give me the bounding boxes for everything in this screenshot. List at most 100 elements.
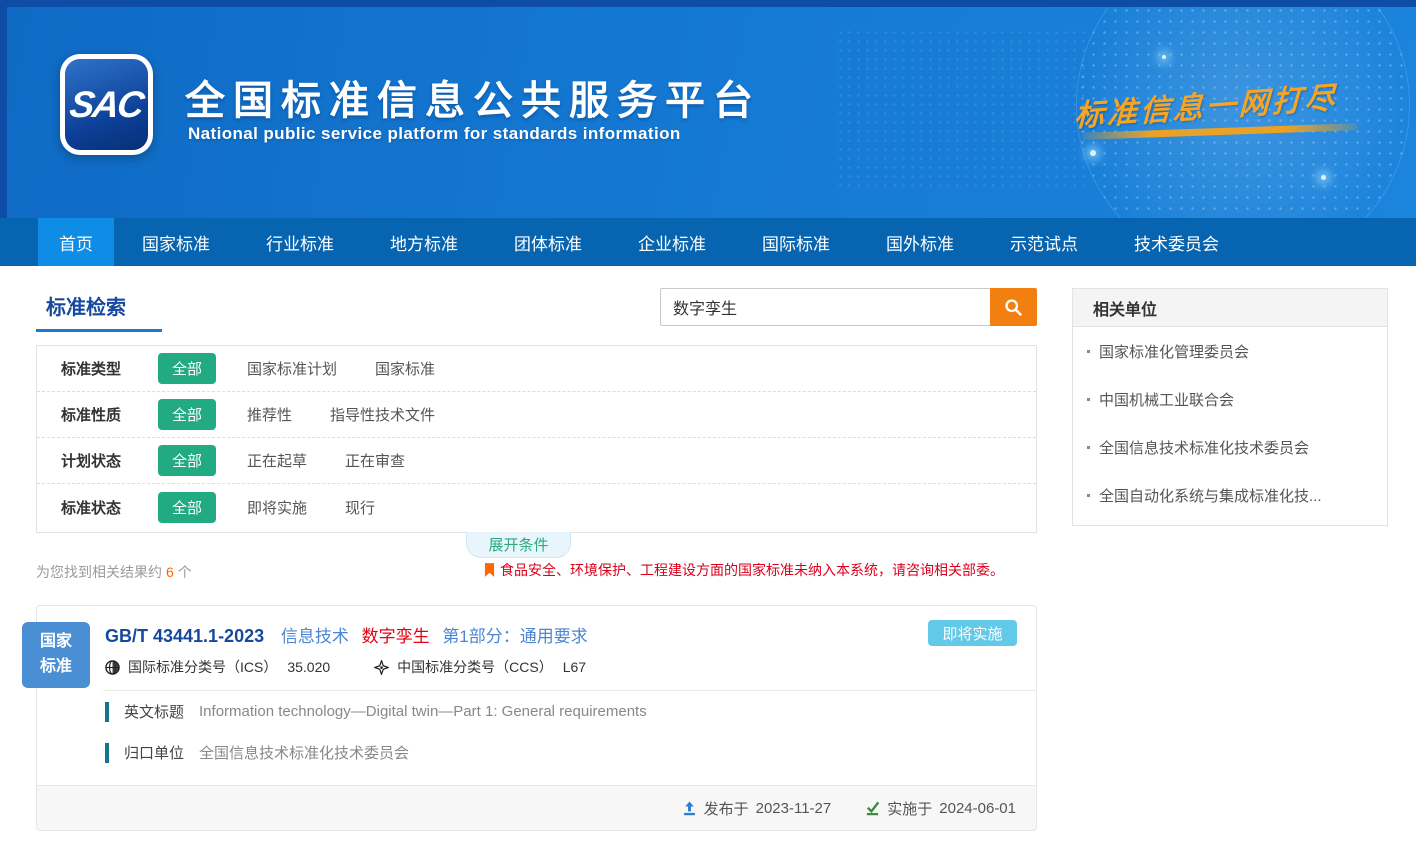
sidebar-item-label: 全国信息技术标准化技术委员会 <box>1099 437 1309 458</box>
filter-label: 标准性质 <box>61 404 158 425</box>
compass-icon <box>374 660 389 675</box>
result-count-prefix: 为您找到相关结果约 <box>36 564 162 580</box>
classification-row: 国际标准分类号（ICS） 35.020 中国标准分类号（CCS） L67 <box>105 657 586 677</box>
search-input[interactable] <box>660 288 991 326</box>
result-count-number: 6 <box>166 564 174 580</box>
banner-top-edge <box>0 0 1416 7</box>
glow-dot <box>1162 55 1166 59</box>
expand-conditions-button[interactable]: 展开条件 <box>466 532 571 558</box>
implemented-label: 实施于 <box>887 798 932 819</box>
ics-label: 国际标准分类号（ICS） <box>128 657 277 677</box>
filter-option[interactable]: 正在起草 <box>247 450 307 471</box>
check-icon <box>865 801 880 816</box>
implemented-date: 2024-06-01 <box>939 800 1016 817</box>
card-footer: 发布于 2023-11-27 实施于 2024-06-01 <box>37 785 1036 830</box>
filter-option[interactable]: 指导性技术文件 <box>330 404 435 425</box>
filter-option[interactable]: 即将实施 <box>247 497 307 518</box>
nav-item-national-standards[interactable]: 国家标准 <box>114 218 238 266</box>
card-divider <box>103 690 1036 691</box>
filter-option[interactable]: 国家标准 <box>375 358 435 379</box>
nav-item-group-standards[interactable]: 团体标准 <box>486 218 610 266</box>
english-title-label: 英文标题 <box>124 701 184 722</box>
filter-option[interactable]: 现行 <box>345 497 375 518</box>
sidebar-item-machinery-federation[interactable]: 中国机械工业联合会 <box>1073 375 1387 423</box>
sac-logo[interactable]: SAC <box>60 54 153 155</box>
banner-left-edge <box>0 0 7 218</box>
main-nav: 首页 国家标准 行业标准 地方标准 团体标准 企业标准 国际标准 国外标准 示范… <box>0 218 1416 266</box>
filter-row-standard-nature: 标准性质 全部 推荐性 指导性技术文件 <box>37 392 1036 438</box>
ics-value: 35.020 <box>287 659 330 675</box>
glow-dot <box>1321 175 1326 180</box>
filter-option[interactable]: 国家标准计划 <box>247 358 337 379</box>
bullet-dot <box>1087 350 1090 353</box>
bullet-dot <box>1087 494 1090 497</box>
nav-item-home[interactable]: 首页 <box>38 218 114 266</box>
committee-value: 全国信息技术标准化技术委员会 <box>199 742 409 763</box>
teal-bar <box>105 743 109 763</box>
system-notice: 食品安全、环境保护、工程建设方面的国家标准未纳入本系统，请咨询相关部委。 <box>484 560 1004 580</box>
standard-title-highlight: 数字孪生 <box>362 627 430 646</box>
bullet-dot <box>1087 446 1090 449</box>
implemented-date-item: 实施于 2024-06-01 <box>865 798 1016 819</box>
nav-item-industry-standards[interactable]: 行业标准 <box>238 218 362 266</box>
page-title-standard-search: 标准检索 <box>46 291 126 320</box>
sidebar-item-label: 中国机械工业联合会 <box>1099 389 1234 410</box>
filter-all-button[interactable]: 全部 <box>158 492 216 523</box>
filter-option[interactable]: 正在审查 <box>345 450 405 471</box>
filter-row-standard-status: 标准状态 全部 即将实施 现行 <box>37 484 1036 530</box>
published-date-item: 发布于 2023-11-27 <box>682 798 832 819</box>
platform-subtitle-en: National public service platform for sta… <box>188 124 681 144</box>
ccs-value: L67 <box>563 659 586 675</box>
sac-logo-text: SAC <box>67 84 145 126</box>
related-units-title: 相关单位 <box>1073 289 1387 327</box>
nav-item-foreign-standards[interactable]: 国外标准 <box>858 218 982 266</box>
standard-code: GB/T 43441.1-2023 <box>105 626 264 646</box>
filter-label: 标准类型 <box>61 358 158 379</box>
committee-row: 归口单位 全国信息技术标准化技术委员会 <box>105 742 409 763</box>
platform-title: 全国标准信息公共服务平台 <box>185 68 761 126</box>
header-banner: SAC 全国标准信息公共服务平台 National public service… <box>0 0 1416 218</box>
ccs-label: 中国标准分类号（CCS） <box>397 657 553 677</box>
standard-title-part2: 第1部分：通用要求 <box>442 627 587 646</box>
dot-pattern <box>836 28 1086 193</box>
nav-item-pilot-demo[interactable]: 示范试点 <box>982 218 1106 266</box>
english-title-value: Information technology—Digital twin—Part… <box>199 703 647 720</box>
glow-dot <box>1090 150 1096 156</box>
filter-label: 标准状态 <box>61 497 158 518</box>
badge-line1: 国家 <box>40 630 72 655</box>
english-title-row: 英文标题 Information technology—Digital twin… <box>105 701 647 722</box>
badge-line2: 标准 <box>40 655 72 680</box>
filter-all-button[interactable]: 全部 <box>158 353 216 384</box>
result-count-suffix: 个 <box>178 564 192 580</box>
filter-all-button[interactable]: 全部 <box>158 445 216 476</box>
committee-label: 归口单位 <box>124 742 184 763</box>
sidebar-item-it-standardization-committee[interactable]: 全国信息技术标准化技术委员会 <box>1073 423 1387 471</box>
nav-item-technical-committee[interactable]: 技术委员会 <box>1106 218 1247 266</box>
filter-all-button[interactable]: 全部 <box>158 399 216 430</box>
filter-row-standard-type: 标准类型 全部 国家标准计划 国家标准 <box>37 346 1036 392</box>
notice-text: 食品安全、环境保护、工程建设方面的国家标准未纳入本系统，请咨询相关部委。 <box>500 560 1004 580</box>
filter-label: 计划状态 <box>61 450 158 471</box>
search-button[interactable] <box>990 288 1037 326</box>
bookmark-icon <box>484 563 495 578</box>
sidebar-item-label: 全国自动化系统与集成标准化技... <box>1099 485 1322 506</box>
published-date: 2023-11-27 <box>756 800 832 817</box>
sidebar-item-automation-systems-committee[interactable]: 全国自动化系统与集成标准化技... <box>1073 471 1387 519</box>
standard-title-part1: 信息技术 <box>281 627 349 646</box>
standard-title-link[interactable]: GB/T 43441.1-2023 信息技术 数字孪生 第1部分：通用要求 <box>105 622 588 647</box>
sidebar-item-sac[interactable]: 国家标准化管理委员会 <box>1073 327 1387 375</box>
nav-item-international-standards[interactable]: 国际标准 <box>734 218 858 266</box>
nav-item-local-standards[interactable]: 地方标准 <box>362 218 486 266</box>
filter-option[interactable]: 推荐性 <box>247 404 292 425</box>
globe-icon <box>105 660 120 675</box>
publish-icon <box>682 801 697 816</box>
nav-item-enterprise-standards[interactable]: 企业标准 <box>610 218 734 266</box>
filter-panel: 标准类型 全部 国家标准计划 国家标准 标准性质 全部 推荐性 指导性技术文件 … <box>36 345 1037 533</box>
national-standard-badge: 国家 标准 <box>22 622 90 688</box>
sidebar-item-label: 国家标准化管理委员会 <box>1099 341 1249 362</box>
filter-row-plan-status: 计划状态 全部 正在起草 正在审查 <box>37 438 1036 484</box>
related-units-panel: 相关单位 国家标准化管理委员会 中国机械工业联合会 全国信息技术标准化技术委员会… <box>1072 288 1388 526</box>
result-count: 为您找到相关结果约6个 <box>36 562 192 582</box>
bullet-dot <box>1087 398 1090 401</box>
teal-bar <box>105 702 109 722</box>
